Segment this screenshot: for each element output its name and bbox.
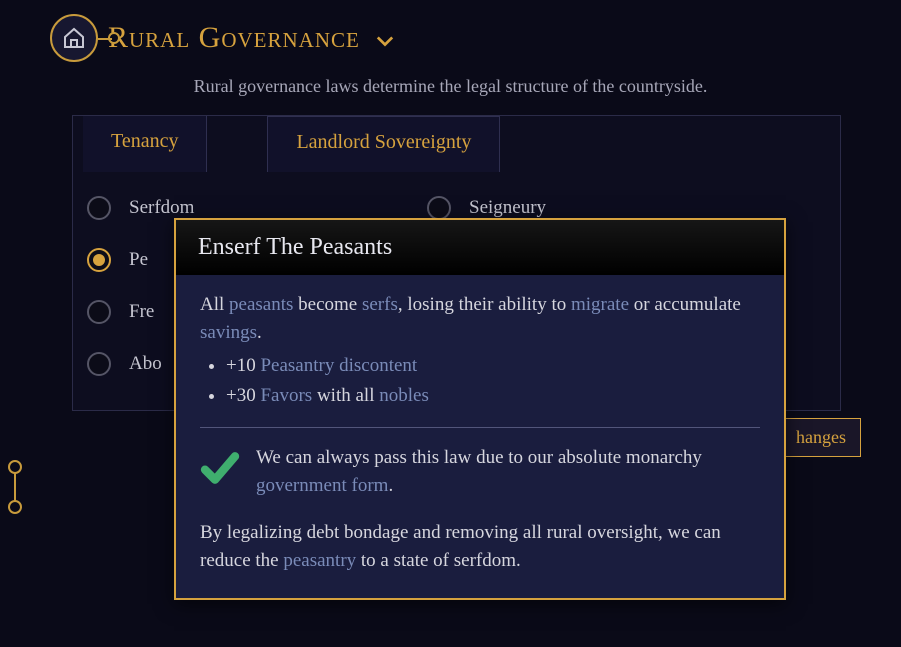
tooltip-requirement: We can always pass this law due to our a… [200,444,760,499]
decorative-ornament [8,460,38,520]
option-label: Seigneury [469,197,546,219]
page-header: Rural Governance [0,0,901,62]
tab-landlord-sovereignty[interactable]: Landlord Sovereignty [267,116,500,172]
checkmark-icon [200,448,240,488]
bullet-discontent: +10 Peasantry discontent [226,352,760,380]
link-favors[interactable]: Favors [260,385,312,406]
page-title-text: Rural Governance [108,21,360,54]
link-savings[interactable]: savings [200,322,257,343]
propose-changes-button[interactable]: hanges [781,418,861,457]
link-nobles[interactable]: nobles [379,385,429,406]
tooltip-flavor-text: By legalizing debt bondage and removing … [200,519,760,574]
option-label: Fre [129,301,154,323]
link-migrate[interactable]: migrate [571,294,629,315]
tooltip-effect-text: All peasants become serfs, losing their … [200,291,760,346]
category-icon-badge [50,14,98,62]
option-label: Abo [129,353,162,375]
tooltip-title: Enserf The Peasants [176,220,784,275]
link-peasants[interactable]: peasants [229,294,293,315]
tooltip-body: All peasants become serfs, losing their … [176,275,784,598]
link-peasantry-discontent[interactable]: Peasantry discontent [260,355,417,376]
radio-icon [87,248,111,272]
law-tooltip: Enserf The Peasants All peasants become … [174,218,786,600]
link-peasantry[interactable]: peasantry [283,550,356,571]
tooltip-bullets: +10 Peasantry discontent +30 Favors with… [200,352,760,409]
page-subtitle: Rural governance laws determine the lega… [0,76,901,97]
chevron-down-icon [376,35,394,47]
radio-icon [87,352,111,376]
tab-row: Tenancy Landlord Sovereignty [73,116,840,172]
radio-icon [87,196,111,220]
bullet-favors: +30 Favors with all nobles [226,382,760,410]
page-title[interactable]: Rural Governance [108,21,394,55]
option-label: Serfdom [129,197,194,219]
tab-tenancy[interactable]: Tenancy [83,116,207,172]
link-serfs[interactable]: serfs [362,294,398,315]
radio-icon [87,300,111,324]
house-icon [62,26,86,50]
option-label: Pe [129,249,148,271]
link-government-form[interactable]: government form [256,475,388,496]
radio-icon [427,196,451,220]
divider [200,427,760,428]
requirement-text: We can always pass this law due to our a… [256,444,760,499]
